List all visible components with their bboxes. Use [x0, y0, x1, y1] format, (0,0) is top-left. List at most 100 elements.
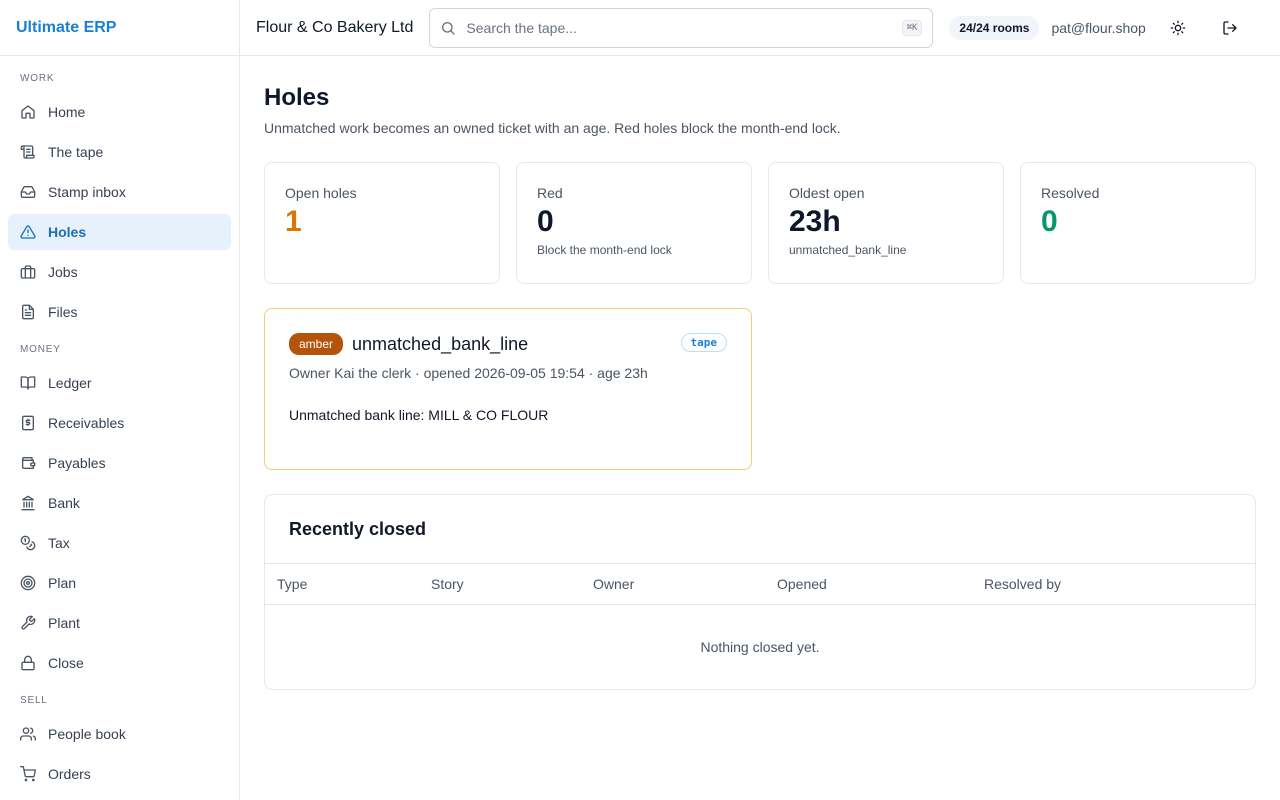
empty-state: Nothing closed yet. — [700, 639, 820, 655]
main-content: Holes Unmatched work becomes an owned ti… — [264, 56, 1256, 690]
sidebar-item-label: Plant — [48, 615, 80, 631]
sidebar-item-label: People book — [48, 726, 126, 742]
nav-section-sell: SELL — [20, 695, 48, 706]
logout-button[interactable] — [1220, 18, 1240, 38]
stat-card-resolved: Resolved 0 — [1020, 162, 1256, 284]
book-open-icon — [20, 376, 36, 390]
search-input[interactable] — [466, 19, 902, 36]
search-box[interactable]: ⌘K — [429, 7, 934, 48]
logout-icon — [1223, 20, 1237, 35]
rooms-badge: 24/24 rooms — [949, 15, 1040, 40]
search-shortcut: ⌘K — [901, 19, 923, 36]
sidebar-item-label: Orders — [48, 766, 91, 782]
stat-hint: unmatched_bank_line — [789, 243, 907, 257]
sidebar-item-label: Receivables — [48, 415, 125, 431]
sun-icon — [1170, 20, 1186, 35]
hole-card[interactable]: amber unmatched_bank_line tape Owner Kai… — [264, 308, 752, 470]
recently-closed-panel: Recently closed Type Story Owner Opened … — [264, 494, 1256, 690]
file-icon — [22, 304, 34, 320]
nav-section-money: MONEY — [20, 344, 61, 355]
sidebar-item-files[interactable]: Files — [8, 294, 231, 330]
coins-icon — [20, 535, 36, 551]
nav-section-work: WORK — [20, 73, 55, 84]
stat-label: Open holes — [285, 185, 357, 201]
warning-icon — [20, 225, 36, 239]
stat-value: 0 — [1041, 205, 1058, 238]
severity-badge: amber — [289, 333, 344, 355]
source-tag[interactable]: tape — [680, 333, 727, 352]
sidebar-item-label: Tax — [48, 535, 70, 551]
recently-closed-title: Recently closed — [265, 495, 1255, 564]
sidebar-item-label: Files — [48, 304, 78, 320]
sidebar-item-stamp-inbox[interactable]: Stamp inbox — [8, 174, 231, 210]
page-subtitle: Unmatched work becomes an owned ticket w… — [264, 120, 841, 136]
table-header: Type Story Owner Opened Resolved by — [265, 564, 1255, 605]
topbar: Flour & Co Bakery Ltd ⌘K 24/24 rooms pat… — [240, 0, 1280, 56]
sidebar-item-label: Holes — [48, 224, 87, 240]
sidebar-item-label: Ledger — [48, 375, 92, 391]
sidebar-item-payables[interactable]: Payables — [8, 445, 231, 481]
briefcase-icon — [20, 265, 36, 279]
sidebar-item-label: Home — [48, 104, 86, 120]
stat-label: Resolved — [1041, 185, 1100, 201]
sidebar-item-plant[interactable]: Plant — [8, 605, 231, 641]
column-header-type[interactable]: Type — [265, 576, 431, 592]
sidebar-item-bank[interactable]: Bank — [8, 485, 231, 521]
sidebar-item-the-tape[interactable]: The tape — [8, 134, 231, 170]
wallet-icon — [22, 457, 36, 469]
hole-meta: Owner Kai the clerk · opened 2026-09-05 … — [289, 365, 648, 381]
bank-icon — [21, 495, 35, 511]
hole-header: amber unmatched_bank_line — [289, 333, 727, 355]
sidebar-item-receivables[interactable]: Receivables — [8, 405, 231, 441]
sidebar-item-close[interactable]: Close — [8, 645, 231, 681]
sidebar-item-label: Plan — [48, 575, 77, 591]
stat-value: 1 — [285, 205, 302, 238]
cart-icon — [20, 766, 36, 782]
sidebar-item-label: Payables — [48, 455, 106, 471]
hole-title[interactable]: unmatched_bank_line — [352, 334, 528, 355]
stat-hint: Block the month-end lock — [537, 243, 672, 257]
hole-description: Unmatched bank line: MILL & CO FLOUR — [289, 407, 549, 423]
sidebar-item-orders[interactable]: Orders — [8, 756, 231, 792]
stat-value: 0 — [537, 205, 554, 238]
user-email[interactable]: pat@flour.shop — [1051, 20, 1145, 36]
sidebar-item-jobs[interactable]: Jobs — [8, 254, 231, 290]
scroll-icon — [20, 145, 35, 159]
wrench-icon — [21, 615, 36, 630]
stat-label: Red — [537, 185, 563, 201]
stat-card-oldest-open: Oldest open 23h unmatched_bank_line — [768, 162, 1004, 284]
column-header-owner[interactable]: Owner — [593, 576, 777, 592]
page-title: Holes — [264, 84, 330, 111]
receipt-dollar-icon — [22, 415, 34, 431]
sidebar-item-label: Close — [48, 655, 84, 671]
sidebar-item-label: Stamp inbox — [48, 184, 126, 200]
stat-value: 23h — [789, 205, 841, 238]
home-icon — [21, 105, 35, 119]
sidebar-item-tax[interactable]: Tax — [8, 525, 231, 561]
column-header-story[interactable]: Story — [431, 576, 593, 592]
stat-card-red: Red 0 Block the month-end lock — [516, 162, 752, 284]
column-header-opened[interactable]: Opened — [777, 576, 984, 592]
inbox-icon — [20, 186, 36, 198]
sidebar-item-plan[interactable]: Plan — [8, 565, 231, 601]
sidebar-item-home[interactable]: Home — [8, 94, 231, 130]
users-icon — [20, 727, 36, 741]
search-icon — [442, 21, 456, 35]
theme-toggle-button[interactable] — [1168, 18, 1188, 38]
sidebar-item-label: Jobs — [48, 264, 78, 280]
app-logo[interactable]: Ultimate ERP — [0, 0, 239, 56]
sidebar-item-label: The tape — [48, 144, 104, 160]
sidebar-item-holes[interactable]: Holes — [8, 214, 231, 250]
stat-card-open-holes: Open holes 1 — [264, 162, 500, 284]
sidebar: Ultimate ERP WORK Home The tape Stamp in… — [0, 0, 240, 800]
sidebar-item-label: Bank — [48, 495, 80, 511]
sidebar-item-people-book[interactable]: People book — [8, 716, 231, 752]
stats-row: Open holes 1 Red 0 Block the month-end l… — [264, 162, 1256, 284]
org-name[interactable]: Flour & Co Bakery Ltd — [256, 19, 413, 37]
lock-icon — [21, 655, 35, 671]
stat-label: Oldest open — [789, 185, 865, 201]
target-icon — [20, 575, 36, 591]
sidebar-item-ledger[interactable]: Ledger — [8, 365, 231, 401]
sidebar-nav: WORK Home The tape Stamp inbox Holes Job… — [0, 56, 239, 792]
column-header-resolved-by[interactable]: Resolved by — [984, 576, 1061, 592]
